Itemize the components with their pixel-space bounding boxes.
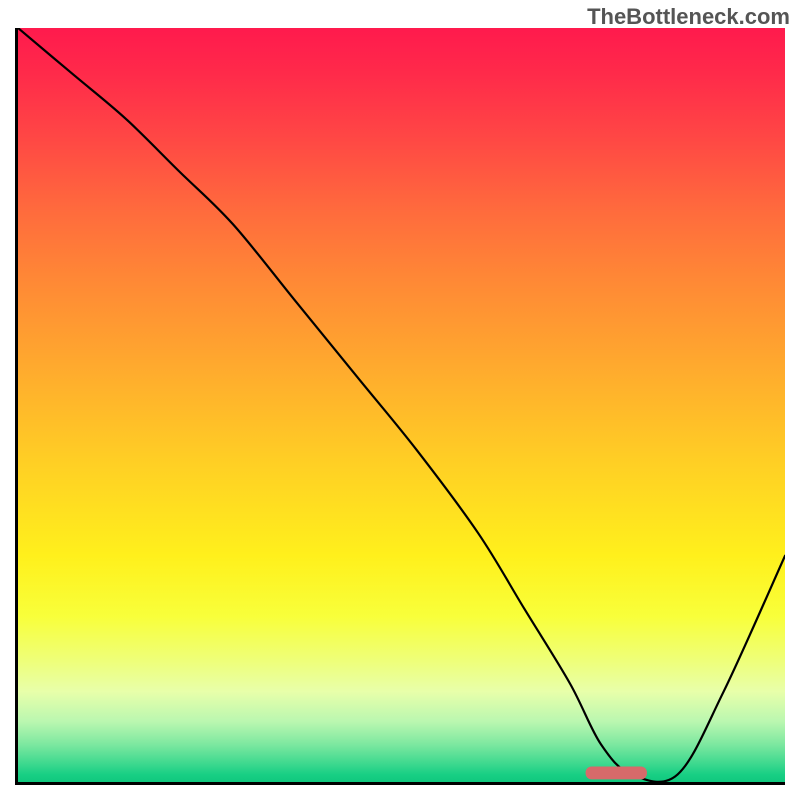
plot-area bbox=[15, 28, 785, 785]
watermark-text: TheBottleneck.com bbox=[587, 4, 790, 30]
chart-container: TheBottleneck.com bbox=[0, 0, 800, 800]
chart-svg bbox=[18, 28, 785, 782]
optimal-marker bbox=[586, 766, 647, 779]
bottleneck-curve bbox=[18, 28, 785, 782]
